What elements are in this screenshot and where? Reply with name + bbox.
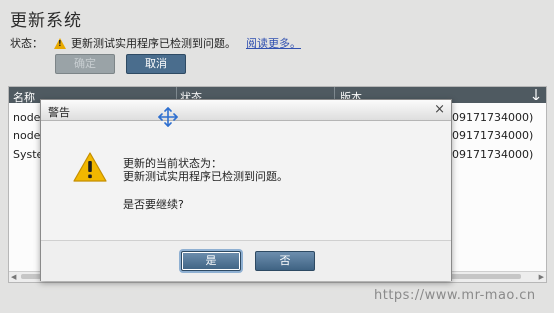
warning-dialog: 警告 × 更新的当前状态为： 更新测试实用程序已检测到问题。 是否要继续? 是 … <box>40 99 452 281</box>
yes-button[interactable]: 是 <box>181 251 241 271</box>
sort-icon[interactable] <box>532 89 540 100</box>
table-cell-version: 09171734000) <box>452 111 534 124</box>
no-button[interactable]: 否 <box>255 251 315 271</box>
table-row[interactable]: Syste <box>13 148 43 161</box>
page-title: 更新系统 <box>10 11 82 31</box>
move-cursor-icon <box>158 107 178 127</box>
dialog-titlebar[interactable]: 警告 × <box>41 100 451 121</box>
dialog-question: 是否要继续? <box>123 198 184 211</box>
table-cell-version: 09171734000) <box>452 148 534 161</box>
dialog-title: 警告 <box>48 106 70 119</box>
warning-icon <box>73 152 107 182</box>
cancel-button[interactable]: 取消 <box>126 54 186 74</box>
status-message: 更新测试实用程序已检测到问题。 <box>71 37 236 50</box>
table-cell-version: 09171734000) <box>452 129 534 142</box>
warning-icon <box>54 37 66 49</box>
scroll-left-icon[interactable]: ◀ <box>11 273 16 281</box>
confirm-button[interactable]: 确定 <box>55 54 115 74</box>
status-label: 状态： <box>10 37 43 50</box>
watermark: https://www.mr-mao.cn <box>374 288 536 303</box>
column-header-name[interactable]: 名称 <box>13 89 35 105</box>
read-more-link[interactable]: 阅读更多。 <box>246 35 301 51</box>
dialog-footer: 是 否 <box>41 240 451 281</box>
dialog-message-line2: 更新测试实用程序已检测到问题。 <box>123 170 288 183</box>
scroll-right-icon[interactable]: ▶ <box>539 273 544 281</box>
close-icon[interactable]: × <box>434 102 445 117</box>
status-row: 状态： 更新测试实用程序已检测到问题。 阅读更多。 <box>10 35 301 51</box>
